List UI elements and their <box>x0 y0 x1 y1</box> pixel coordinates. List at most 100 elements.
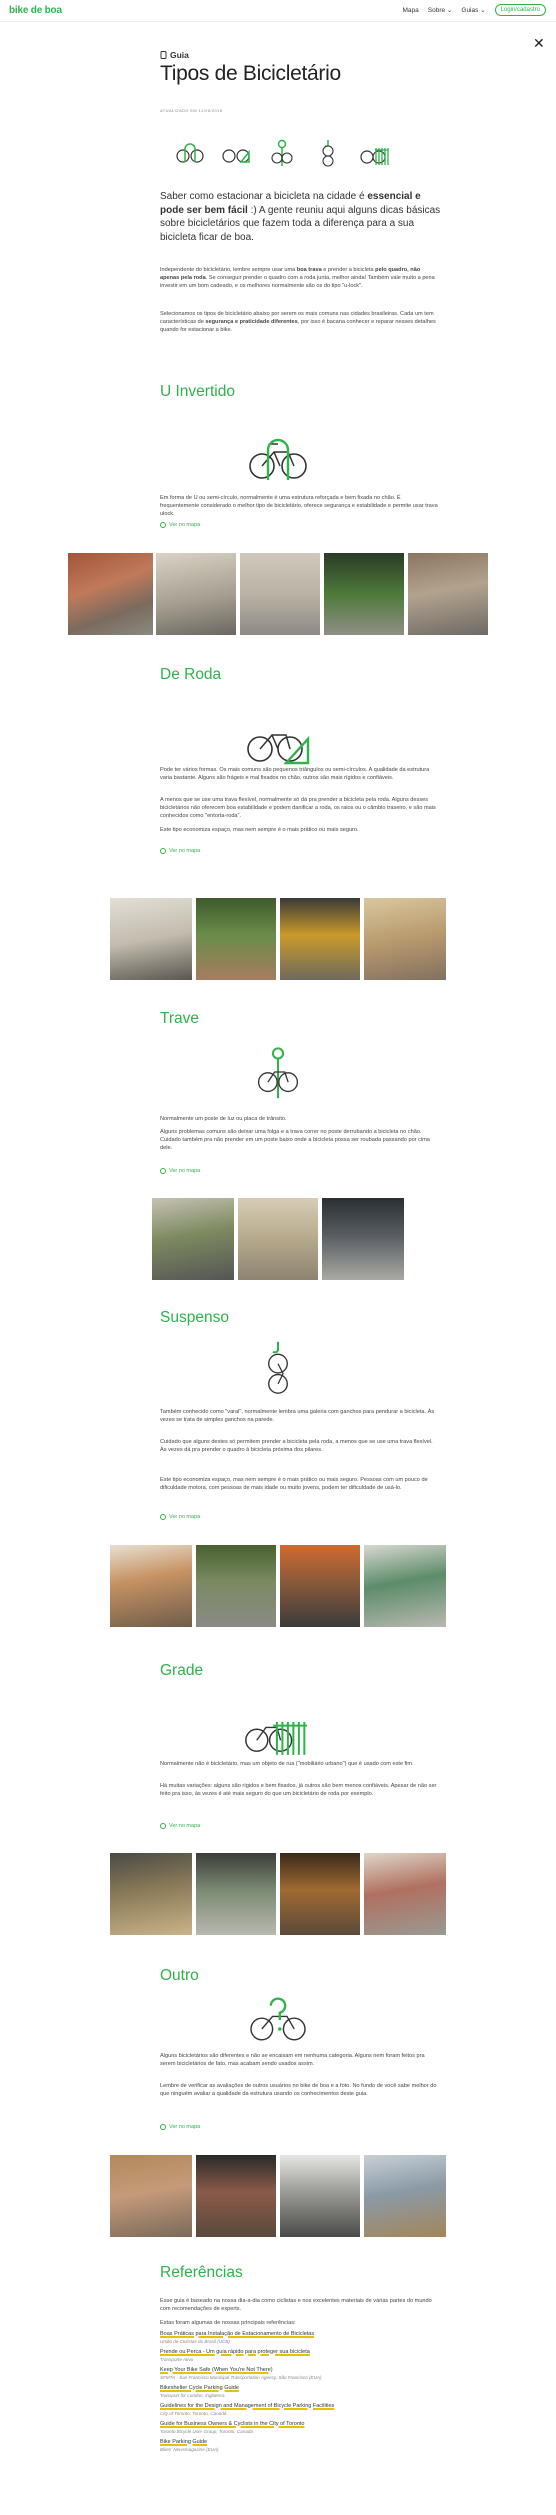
page-title: Tipos de Bicicletário <box>160 62 341 85</box>
map-link-label: Ver no mapa <box>169 2124 201 2130</box>
outro-bike-icon <box>250 1997 306 2041</box>
section-text: Em forma de U ou semi-círculo, normalmen… <box>160 495 438 518</box>
references-intro-2: Estas foram algumas de nossas principais… <box>160 2320 296 2327</box>
map-pin-icon <box>160 1514 166 1520</box>
map-link-label: Ver no mapa <box>169 522 201 528</box>
references-title: Referências <box>160 2264 243 2281</box>
suspenso-bike-icon <box>268 1341 288 1394</box>
section-title-de-roda: De Roda <box>160 666 222 683</box>
map-link-label: Ver no mapa <box>169 1514 201 1520</box>
map-link[interactable]: Ver no mapa <box>160 1168 200 1174</box>
photo-grade-4[interactable] <box>364 1853 446 1935</box>
reference-source: União de Ciclistas do Brasil (UCB) <box>160 2339 230 2345</box>
reference-item[interactable]: Bikeshelter Cycle Parking Guide Transport… <box>160 2385 440 2400</box>
map-link[interactable]: Ver no mapa <box>160 1823 200 1829</box>
photo-trave-3[interactable] <box>322 1198 404 1280</box>
section-text: Cuidado que alguns destes só permitem pr… <box>160 1439 433 1454</box>
photo-suspenso-1[interactable] <box>110 1545 192 1627</box>
u-invertido-bike-icon <box>249 438 307 480</box>
map-pin-icon <box>160 1168 166 1174</box>
photo-de-roda-4[interactable] <box>364 898 446 980</box>
reference-link[interactable]: Guide for Business Owners & Cyclists in … <box>160 2421 440 2429</box>
reference-link[interactable]: Prende ou Perca - Um guia rápido para pr… <box>160 2349 440 2357</box>
map-pin-icon <box>160 848 166 854</box>
intro-lead-text: Saber como estacionar a bicicleta na cid… <box>160 191 368 202</box>
reference-source: Transport for London, Inglaterra <box>160 2393 225 2399</box>
reference-link[interactable]: Guidelines for the Design and Management… <box>160 2403 440 2411</box>
reference-item[interactable]: Guide for Business Owners & Cyclists in … <box>160 2421 440 2436</box>
text: e prender a bicicleta <box>321 267 376 273</box>
reference-item[interactable]: Guidelines for the Design and Management… <box>160 2403 440 2418</box>
u-invertido-icon[interactable] <box>175 138 205 168</box>
photo-u-invertido-1[interactable] <box>68 553 153 635</box>
grade-icon[interactable] <box>359 138 389 168</box>
section-title-grade: Grade <box>160 1662 204 1679</box>
photo-grade-2[interactable] <box>196 1853 276 1935</box>
map-link[interactable]: Ver no mapa <box>160 848 200 854</box>
photo-u-invertido-5[interactable] <box>408 553 488 635</box>
reference-link[interactable]: Bike Parking Guide <box>160 2439 440 2447</box>
section-title-outro: Outro <box>160 1967 199 1984</box>
reference-source: City of Toronto, Toronto, Canadá <box>160 2411 227 2417</box>
photo-u-invertido-3[interactable] <box>240 553 320 635</box>
rack-type-icons <box>175 138 389 168</box>
photo-outro-1[interactable] <box>110 2155 192 2237</box>
close-icon[interactable]: ✕ <box>533 36 545 50</box>
photo-outro-2[interactable] <box>196 2155 276 2237</box>
photo-trave-2[interactable] <box>238 1198 318 1280</box>
trave-icon[interactable] <box>267 138 297 168</box>
photo-u-invertido-4[interactable] <box>324 553 404 635</box>
reference-link[interactable]: Boas Práticas para Instalação de Estacio… <box>160 2331 440 2339</box>
section-title-u-invertido: U Invertido <box>160 383 235 400</box>
photo-de-roda-2[interactable] <box>196 898 276 980</box>
map-pin-icon <box>160 522 166 528</box>
nav-link-mapa[interactable]: Mapa <box>403 7 419 14</box>
reference-item[interactable]: Keep Your Bike Safe (When You're Not The… <box>160 2367 440 2382</box>
map-link[interactable]: Ver no mapa <box>160 2124 200 2130</box>
reference-link[interactable]: Bikeshelter Cycle Parking Guide <box>160 2385 440 2393</box>
suspenso-icon[interactable] <box>313 138 343 168</box>
photo-grade-3[interactable] <box>280 1853 360 1935</box>
photo-outro-4[interactable] <box>364 2155 446 2237</box>
references-list: Esse guia é baseado na nossa dia-a-dia c… <box>160 2297 440 2454</box>
top-navbar: bike de boa Mapa Sobre ⌄ Guias ⌄ Login/c… <box>0 0 556 22</box>
photo-trave-1[interactable] <box>152 1198 234 1280</box>
reference-source: SFMTA - San Francisco Municipal Transpor… <box>160 2375 322 2381</box>
reference-item[interactable]: Prende ou Perca - Um guia rápido para pr… <box>160 2349 440 2364</box>
reference-link[interactable]: Keep Your Bike Safe (When You're Not The… <box>160 2367 440 2375</box>
nav-link-sobre[interactable]: Sobre ⌄ <box>428 6 453 14</box>
de-roda-bike-icon <box>247 734 310 765</box>
map-link-label: Ver no mapa <box>169 1168 201 1174</box>
map-link-label: Ver no mapa <box>169 1823 201 1829</box>
section-text: Alguns problemas comuns são deixar uma f… <box>160 1129 430 1152</box>
section-title-trave: Trave <box>160 1010 200 1027</box>
nav-link-guias[interactable]: Guias ⌄ <box>461 6 485 14</box>
section-title-suspenso: Suspenso <box>160 1309 229 1326</box>
reference-item[interactable]: Bike Parking Guide Bikes' Newsmagazine (E… <box>160 2439 440 2454</box>
photo-suspenso-3[interactable] <box>280 1545 360 1627</box>
text: Independente do bicicletário, lembre sem… <box>160 267 297 273</box>
intro-paragraph-1: Independente do bicicletário, lembre sem… <box>160 266 440 291</box>
map-link-label: Ver no mapa <box>169 848 201 854</box>
reference-item[interactable]: Boas Práticas para Instalação de Estacio… <box>160 2331 440 2346</box>
strong: segurança e praticidade diferentes <box>205 319 298 326</box>
reference-source: Transporte Ativo <box>160 2357 194 2363</box>
section-text: Há muitas variações: alguns são rígidos … <box>160 1783 437 1798</box>
strong: boa trava <box>296 267 322 273</box>
map-link[interactable]: Ver no mapa <box>160 522 200 528</box>
photo-u-invertido-2[interactable] <box>156 553 236 635</box>
references-intro: Esse guia é baseado na nossa dia-a-dia c… <box>160 2298 432 2313</box>
photo-outro-3[interactable] <box>280 2155 360 2237</box>
map-link[interactable]: Ver no mapa <box>160 1514 200 1520</box>
login-button[interactable]: Login/cadastro <box>494 4 546 16</box>
de-roda-icon[interactable] <box>221 138 251 168</box>
guide-kicker: Guia <box>160 50 189 60</box>
photo-de-roda-3[interactable] <box>280 898 360 980</box>
brand-logo[interactable]: bike de boa <box>9 5 62 16</box>
map-pin-icon <box>160 1823 166 1829</box>
photo-suspenso-4[interactable] <box>364 1545 446 1627</box>
photo-de-roda-1[interactable] <box>110 898 192 980</box>
photo-grade-1[interactable] <box>110 1853 192 1935</box>
photo-suspenso-2[interactable] <box>196 1545 276 1627</box>
section-text: Também conhecido como "varal", normalmen… <box>160 1409 435 1424</box>
